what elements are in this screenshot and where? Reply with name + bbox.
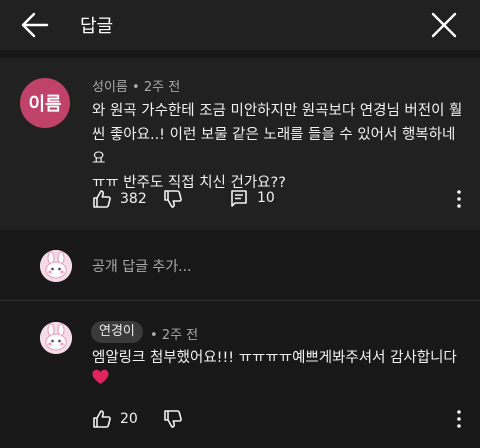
avatar[interactable]: 이름	[20, 78, 70, 128]
comment-text: 와 원곡 가수한테 조금 미안하지만 원곡보다 연경님 버전이 훨 씬 좋아요.…	[92, 99, 464, 195]
back-button[interactable]	[20, 11, 50, 39]
comment-time: 2주 전	[143, 80, 181, 95]
meta-separator: •	[132, 80, 144, 95]
dislike-button[interactable]	[163, 189, 183, 209]
more-options-button[interactable]	[452, 189, 466, 209]
close-icon	[431, 12, 457, 38]
reply-count-button[interactable]: 10	[230, 189, 275, 207]
reply-avatar[interactable]	[40, 322, 72, 354]
comment-meta: 성이름 • 2주 전	[92, 76, 180, 95]
reply-text: 엠알링크 첨부했어요!!! ㅠㅠㅠㅠ예쁘게봐주셔서 감사합니다	[92, 350, 457, 366]
header-bar: 답글	[0, 0, 480, 50]
user-avatar[interactable]	[40, 250, 72, 282]
bunny-avatar-icon	[40, 250, 72, 282]
reply-time: 2주 전	[161, 328, 199, 343]
like-count: 382	[120, 191, 147, 207]
reply-author-chip[interactable]: 연경이	[91, 321, 143, 343]
comment-icon	[231, 190, 247, 207]
like-button[interactable]: 382	[92, 189, 147, 209]
thumbs-up-icon	[93, 190, 111, 208]
add-reply-row: 공개 답글 추가...	[0, 236, 480, 296]
comment-text-line: 씬 좋아요..! 이런 보물 같은 노래를 들을 수 있어서 행복하네요	[92, 127, 456, 167]
parent-comment: 이름 성이름 • 2주 전 와 원곡 가수한테 조금 미안하지만 원곡보다 연경…	[0, 58, 480, 230]
bunny-avatar-icon	[40, 322, 72, 354]
more-vertical-icon	[457, 410, 461, 428]
comment-author[interactable]: 성이름	[92, 80, 128, 95]
thumbs-up-icon	[93, 410, 111, 428]
meta-separator: •	[150, 328, 162, 343]
reply-like-count: 20	[120, 411, 138, 427]
reply-dislike-button[interactable]	[163, 409, 183, 429]
divider	[0, 300, 480, 301]
reply-meta: • 2주 전	[150, 324, 198, 343]
reply-count: 10	[257, 190, 275, 206]
arrow-left-icon	[21, 12, 49, 38]
page-title: 답글	[80, 16, 114, 37]
reply-more-options-button[interactable]	[452, 409, 466, 429]
comment-text-line: 와 원곡 가수한테 조금 미안하지만 원곡보다 연경님 버전이 훨	[92, 103, 463, 119]
thumbs-down-icon	[164, 190, 182, 208]
thumbs-down-icon	[164, 410, 182, 428]
reply-like-button[interactable]: 20	[92, 409, 138, 429]
red-heart-icon	[92, 369, 109, 384]
comment-text-line: ㅠㅠ 반주도 직접 치신 건가요??	[92, 175, 286, 191]
add-reply-input[interactable]: 공개 답글 추가...	[92, 256, 192, 276]
close-button[interactable]	[430, 11, 458, 39]
more-vertical-icon	[457, 190, 461, 208]
